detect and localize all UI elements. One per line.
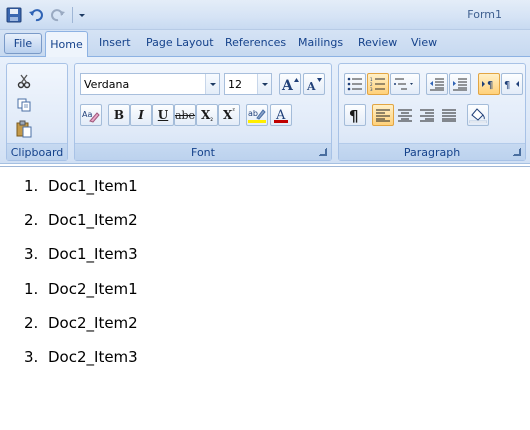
- justify-icon[interactable]: [438, 104, 460, 126]
- font-size-combo[interactable]: 12: [224, 73, 272, 95]
- shrink-font-icon[interactable]: A: [303, 73, 325, 95]
- underline-button[interactable]: U: [152, 104, 174, 126]
- list-item: 3. Doc1_Item3: [24, 245, 138, 279]
- svg-text:Aa: Aa: [82, 110, 92, 119]
- svg-text:¶: ¶: [349, 107, 359, 123]
- font-group-label: Font: [75, 143, 331, 160]
- numbered-list: 1. Doc1_Item1 2. Doc1_Item2 3. Doc1_Item3 1…: [24, 177, 138, 382]
- strikethrough-glyph: abe: [174, 108, 196, 122]
- clipboard-group-label: Clipboard: [7, 143, 67, 160]
- chevron-down-icon[interactable]: [257, 74, 271, 94]
- paragraph-group-label: Paragraph: [339, 143, 525, 160]
- font-size-value: 12: [228, 78, 242, 91]
- list-item-number: 2.: [24, 211, 39, 230]
- svg-text:A: A: [306, 80, 316, 92]
- svg-text:3: 3: [370, 87, 373, 91]
- list-item-text: Doc2_Item3: [48, 347, 138, 366]
- subscript-button[interactable]: X₂: [196, 104, 218, 126]
- show-formatting-marks-icon[interactable]: ¶: [344, 104, 366, 126]
- title-bar: Form1: [0, 0, 530, 30]
- copy-icon[interactable]: [13, 94, 35, 116]
- align-center-icon[interactable]: [394, 104, 416, 126]
- font-color-icon[interactable]: A: [270, 104, 292, 126]
- document-area[interactable]: 1. Doc1_Item1 2. Doc1_Item2 3. Doc1_Item3 1…: [0, 166, 530, 430]
- list-item-text: Doc1_Item1: [48, 177, 138, 195]
- list-item-number: 1.: [24, 279, 39, 298]
- tab-view[interactable]: View: [411, 36, 437, 49]
- list-item-text: Doc2_Item2: [48, 313, 138, 332]
- highlight-icon[interactable]: ab: [246, 104, 268, 126]
- tab-insert[interactable]: Insert: [99, 36, 131, 49]
- subscript-mark: ₂: [210, 115, 214, 123]
- list-item: 2. Doc2_Item2: [24, 314, 138, 348]
- svg-text:ab: ab: [248, 109, 258, 118]
- undo-icon[interactable]: [26, 5, 46, 25]
- increase-indent-icon[interactable]: [449, 73, 471, 95]
- cut-icon[interactable]: [13, 70, 35, 92]
- list-item-number: 1.: [24, 177, 39, 195]
- numbering-icon[interactable]: 123: [367, 73, 389, 95]
- qat-separator: [72, 7, 73, 23]
- list-item-text: Doc1_Item2: [48, 211, 138, 230]
- superscript-mark: ²: [232, 107, 236, 115]
- strikethrough-button[interactable]: abe: [174, 104, 196, 126]
- clipboard-group: Clipboard: [6, 63, 68, 161]
- underline-glyph: U: [157, 108, 169, 122]
- save-icon[interactable]: [4, 5, 24, 25]
- tab-mailings[interactable]: Mailings: [298, 36, 343, 49]
- bold-button[interactable]: B: [108, 104, 130, 126]
- font-name-value: Verdana: [84, 78, 130, 91]
- svg-text:¶: ¶: [504, 80, 510, 91]
- bold-glyph: B: [113, 108, 125, 122]
- font-dialog-launcher-icon[interactable]: [319, 148, 327, 156]
- left-to-right-icon[interactable]: ¶: [478, 73, 500, 95]
- tab-references[interactable]: References: [225, 36, 286, 49]
- paragraph-group: 123 ¶ ¶ ¶ Paragraph: [338, 63, 526, 161]
- list-item: 1. Doc1_Item1: [24, 177, 138, 211]
- list-item-text: Doc2_Item1: [48, 279, 138, 298]
- clear-formatting-icon[interactable]: Aa: [80, 104, 102, 126]
- list-item-number: 2.: [24, 313, 39, 332]
- paragraph-dialog-launcher-icon[interactable]: [513, 148, 521, 156]
- right-to-left-icon[interactable]: ¶: [501, 73, 523, 95]
- tab-review[interactable]: Review: [358, 36, 397, 49]
- ribbon: Clipboard Verdana 12 A A Aa B I U abe X …: [0, 56, 530, 164]
- font-group: Verdana 12 A A Aa B I U abe X₂ X ² ab A …: [74, 63, 332, 161]
- superscript-button[interactable]: X²: [218, 104, 240, 126]
- tab-home[interactable]: Home: [45, 31, 88, 57]
- multilevel-list-icon[interactable]: [390, 73, 420, 95]
- svg-text:A: A: [281, 78, 294, 92]
- superscript-glyph: X: [222, 108, 233, 122]
- quick-access-toolbar: [4, 4, 87, 26]
- chevron-down-icon[interactable]: [205, 74, 219, 94]
- grow-font-icon[interactable]: A: [279, 73, 301, 95]
- paste-icon[interactable]: [13, 118, 35, 140]
- list-item: 1. Doc2_Item1: [24, 280, 138, 314]
- redo-icon[interactable]: [48, 5, 68, 25]
- decrease-indent-icon[interactable]: [426, 73, 448, 95]
- customize-dropdown-icon[interactable]: [77, 5, 87, 25]
- subscript-glyph: X: [200, 108, 211, 122]
- bullets-icon[interactable]: [344, 73, 366, 95]
- font-name-combo[interactable]: Verdana: [80, 73, 220, 95]
- list-item-text: Doc1_Item3: [48, 245, 138, 264]
- tab-file[interactable]: File: [4, 33, 42, 54]
- list-item-number: 3.: [24, 347, 39, 366]
- ribbon-tab-bar: File Home Insert Page Layout References …: [0, 30, 530, 57]
- align-right-icon[interactable]: [416, 104, 438, 126]
- window-title: Form1: [467, 8, 502, 21]
- list-item: 2. Doc1_Item2: [24, 211, 138, 245]
- align-left-icon[interactable]: [372, 104, 394, 126]
- svg-text:¶: ¶: [487, 80, 493, 91]
- list-item: 3. Doc2_Item3: [24, 348, 138, 382]
- italic-glyph: I: [138, 108, 144, 122]
- italic-button[interactable]: I: [130, 104, 152, 126]
- shading-icon[interactable]: [467, 104, 489, 126]
- tab-page-layout[interactable]: Page Layout: [146, 36, 214, 49]
- list-item-number: 3.: [24, 245, 39, 264]
